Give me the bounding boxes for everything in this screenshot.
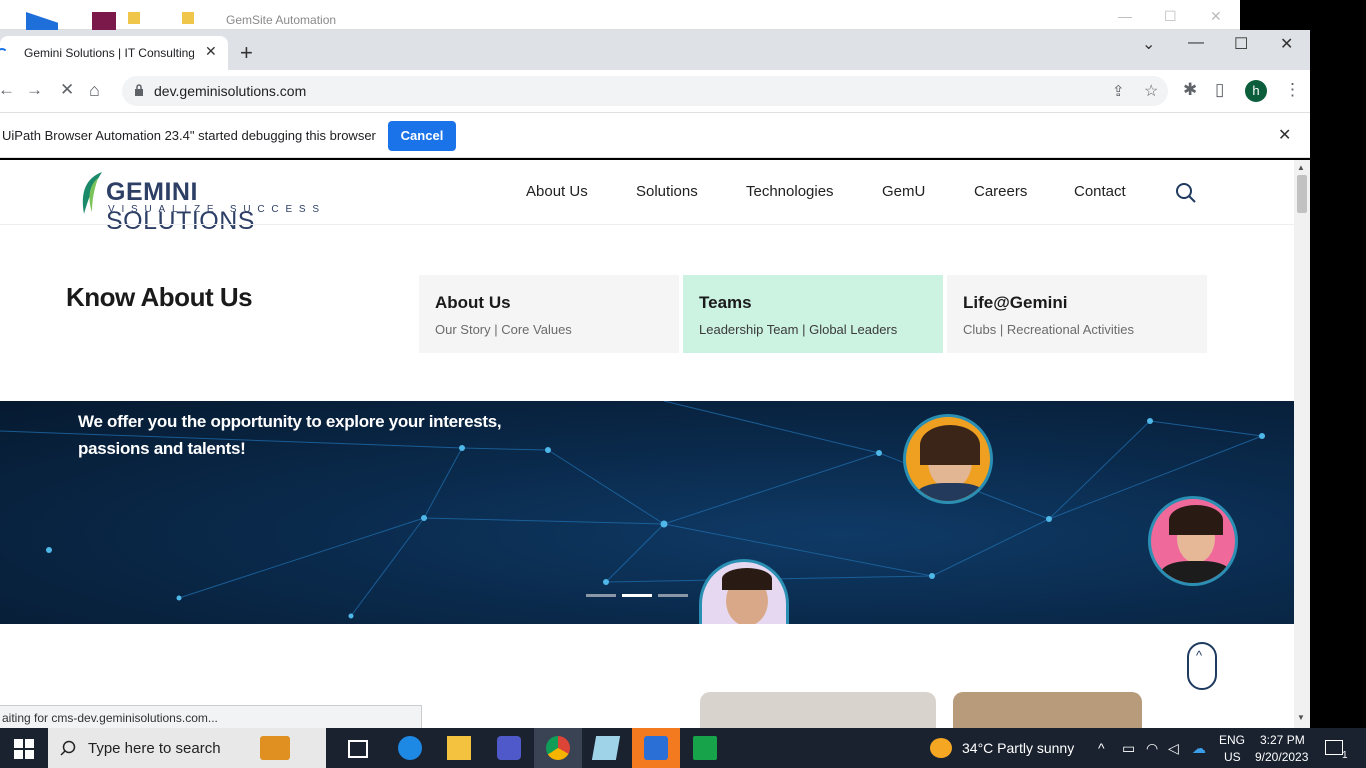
leaf-logo-icon	[82, 172, 102, 214]
url-text: dev.geminisolutions.com	[154, 83, 307, 99]
card-subtitle: Our Story | Core Values	[435, 322, 572, 337]
nav-contact[interactable]: Contact	[1074, 183, 1126, 200]
weather-text[interactable]: 34°C Partly sunny	[962, 740, 1074, 756]
chevron-up-icon[interactable]: ^	[1098, 740, 1105, 756]
briefcase-icon	[260, 736, 290, 760]
divider	[0, 224, 1294, 225]
scrollbar[interactable]	[1294, 160, 1310, 728]
menu-icon[interactable]: ⋮	[1284, 80, 1301, 100]
task-view-icon[interactable]	[348, 740, 368, 758]
minimize-icon[interactable]: —	[1188, 34, 1204, 52]
dropdown-title: Know About Us	[66, 282, 253, 312]
folder-icon	[128, 12, 140, 24]
carousel-indicator[interactable]	[586, 594, 616, 597]
share-icon[interactable]: ⇪	[1112, 82, 1125, 100]
taskbar-search[interactable]: Type here to search	[48, 728, 326, 768]
card-title: Teams	[699, 293, 752, 312]
team-member-photo	[1148, 496, 1238, 586]
clock-date[interactable]: 9/20/2023	[1255, 750, 1308, 764]
background-window: GemSite Automation — ☐ ✕	[0, 0, 1240, 30]
search-placeholder: Type here to search	[88, 740, 221, 757]
region-indicator: US	[1224, 750, 1241, 764]
card-subtitle: Clubs | Recreational Activities	[963, 322, 1135, 337]
app-icon	[92, 12, 116, 30]
chrome-icon[interactable]	[546, 736, 570, 760]
card-life-at-gemini[interactable]: Life@Gemini Clubs | Recreational Activit…	[947, 275, 1207, 353]
cancel-button[interactable]: Cancel	[388, 121, 456, 151]
card-subtitle: Leadership Team | Global Leaders	[699, 322, 898, 337]
scroll-up-arrow[interactable]: ▲	[1297, 163, 1305, 172]
extensions-icon[interactable]: ✱	[1183, 80, 1197, 100]
site-logo[interactable]: GEMINI SOLUTIONS VISUALIZE SUCCESS	[78, 168, 338, 235]
folder-icon	[182, 12, 194, 24]
new-tab-icon[interactable]: +	[240, 40, 253, 66]
nav-gemu[interactable]: GemU	[882, 183, 925, 200]
card-title: About Us	[435, 293, 511, 312]
loading-icon	[0, 48, 8, 60]
close-infobar-icon[interactable]: ✕	[1278, 125, 1291, 145]
card-title: Life@Gemini	[963, 293, 1068, 312]
home-icon[interactable]: ⌂	[89, 80, 100, 101]
background-window-title: GemSite Automation	[226, 13, 337, 27]
close-tab-icon[interactable]: ✕	[205, 43, 217, 60]
close-icon[interactable]: ✕	[1210, 8, 1222, 25]
browser-tab[interactable]: Gemini Solutions | IT Consulting ✕	[0, 36, 228, 70]
content-image	[700, 692, 936, 728]
tab-search-icon[interactable]: ⌄	[1142, 34, 1155, 54]
notifications-icon[interactable]	[1325, 740, 1343, 755]
side-panel-icon[interactable]: ▯	[1215, 80, 1224, 100]
chevron-up-icon: ^	[1196, 648, 1203, 663]
scroll-down-arrow[interactable]: ▼	[1297, 713, 1305, 722]
maximize-icon[interactable]: ☐	[1234, 34, 1248, 54]
notepad-icon[interactable]	[591, 736, 621, 760]
carousel-indicator-active[interactable]	[622, 594, 652, 597]
weather-icon	[930, 738, 952, 758]
nav-careers[interactable]: Careers	[974, 183, 1027, 200]
card-teams[interactable]: Teams Leadership Team | Global Leaders	[683, 275, 943, 353]
status-text: aiting for cms-dev.geminisolutions.com..…	[2, 711, 218, 725]
file-explorer-icon[interactable]	[447, 736, 471, 760]
back-icon[interactable]: ←	[0, 80, 15, 100]
scrollbar-thumb[interactable]	[1297, 175, 1307, 213]
edge-icon[interactable]	[398, 736, 422, 760]
volume-icon[interactable]: ◁	[1168, 740, 1179, 757]
scroll-to-top-button[interactable]: ^	[1187, 642, 1217, 690]
bookmark-star-icon[interactable]: ☆	[1144, 81, 1158, 101]
content-image	[953, 692, 1142, 728]
language-indicator[interactable]: ENG	[1219, 733, 1245, 747]
windows-start-icon[interactable]	[14, 739, 34, 759]
battery-icon[interactable]: ▭	[1122, 740, 1135, 757]
tab-title: Gemini Solutions | IT Consulting	[24, 46, 194, 60]
infobar-message: UiPath Browser Automation 23.4" started …	[2, 128, 376, 143]
search-icon	[60, 740, 76, 756]
nav-technologies[interactable]: Technologies	[746, 183, 834, 200]
minimize-icon[interactable]: —	[1118, 8, 1132, 24]
uipath-assistant-icon[interactable]	[693, 736, 717, 760]
search-icon[interactable]	[1175, 182, 1197, 204]
close-window-icon[interactable]: ✕	[1280, 34, 1293, 54]
clock-time[interactable]: 3:27 PM	[1260, 733, 1305, 747]
team-member-photo	[903, 414, 993, 504]
lock-icon	[135, 84, 143, 96]
address-bar[interactable]: dev.geminisolutions.com ⇪ ☆	[122, 76, 1168, 106]
carousel-indicator[interactable]	[658, 594, 688, 597]
notification-count: 1	[1342, 750, 1348, 761]
stop-icon[interactable]: ✕	[60, 80, 74, 100]
hero-text: We offer you the opportunity to explore …	[78, 412, 502, 458]
debug-infobar: UiPath Browser Automation 23.4" started …	[0, 112, 1310, 158]
profile-avatar[interactable]: h	[1245, 80, 1267, 102]
onedrive-icon[interactable]: ☁	[1192, 740, 1206, 757]
nav-solutions[interactable]: Solutions	[636, 183, 698, 200]
teams-icon[interactable]	[497, 736, 521, 760]
logo-tagline: VISUALIZE SUCCESS	[108, 204, 326, 215]
forward-icon[interactable]: →	[26, 80, 43, 100]
network-icon[interactable]: ◠	[1146, 740, 1158, 757]
status-bar: aiting for cms-dev.geminisolutions.com..…	[0, 705, 422, 728]
uipath-icon[interactable]	[644, 736, 668, 760]
maximize-icon[interactable]: ☐	[1164, 8, 1177, 25]
nav-about-us[interactable]: About Us	[526, 183, 588, 200]
card-about-us[interactable]: About Us Our Story | Core Values	[419, 275, 679, 353]
